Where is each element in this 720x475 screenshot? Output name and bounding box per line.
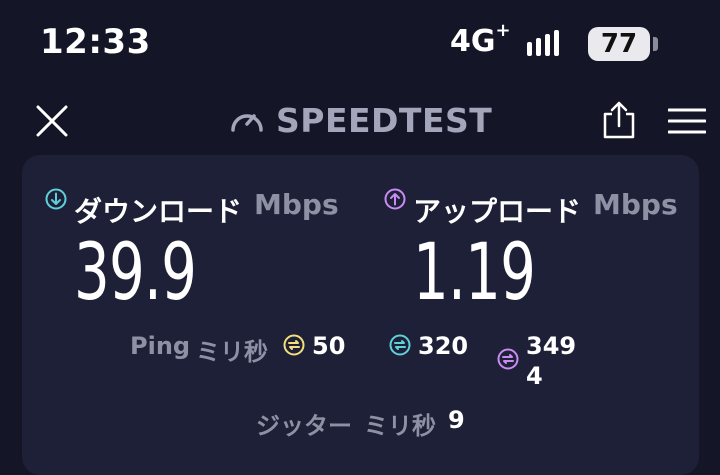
upload-ping-value-line1: 349	[526, 332, 577, 360]
download-unit: Mbps	[254, 188, 339, 221]
signal-icon	[527, 30, 559, 56]
upload-ping-value-line2: 4	[526, 362, 543, 390]
upload-ping-icon	[497, 348, 519, 370]
jitter-label: ジッター	[256, 412, 352, 440]
download-icon	[45, 188, 67, 210]
battery-tip	[653, 37, 658, 51]
upload-label: アップロード	[413, 195, 582, 228]
download-label: ダウンロード	[74, 195, 243, 228]
idle-ping-value: 50	[312, 332, 346, 360]
network-plus: +	[495, 20, 511, 41]
upload-speed: 1.19	[413, 228, 536, 318]
network-indicator: 4G+	[450, 20, 511, 59]
status-time: 12:33	[40, 22, 151, 62]
download-ping-icon	[389, 334, 411, 356]
battery-icon: 77	[588, 27, 650, 61]
idle-ping-icon	[283, 334, 305, 356]
download-speed: 39.9	[74, 228, 197, 318]
ping-label: Ping	[130, 332, 191, 360]
download-ping-value: 320	[418, 332, 469, 360]
upload-unit: Mbps	[593, 188, 678, 221]
close-icon[interactable]	[34, 103, 70, 139]
speedometer-icon	[231, 114, 263, 132]
jitter-unit: ミリ秒	[364, 412, 436, 440]
upload-icon	[384, 188, 406, 210]
jitter-value: 9	[448, 406, 465, 434]
menu-icon[interactable]	[668, 108, 706, 134]
ping-unit: ミリ秒	[196, 338, 268, 366]
app-title: SPEEDTEST	[276, 101, 493, 140]
battery-level: 77	[600, 29, 638, 59]
share-icon[interactable]	[601, 100, 637, 140]
network-type: 4G	[450, 24, 496, 59]
